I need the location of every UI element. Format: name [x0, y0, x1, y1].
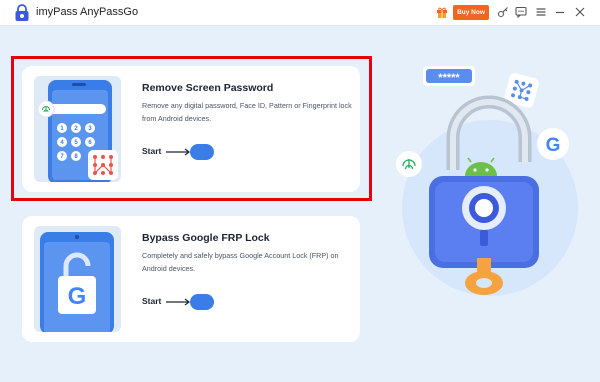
app-title: imyPass AnyPassGo [36, 6, 139, 18]
close-icon[interactable] [574, 6, 586, 18]
phone-google-lock-icon: G [40, 232, 114, 332]
svg-text:G: G [546, 135, 561, 156]
phone-unlock-illustration: G [34, 226, 121, 332]
chat-icon[interactable] [515, 6, 527, 18]
password-stars: ***** [438, 72, 460, 84]
minimize-icon[interactable] [554, 6, 566, 18]
menu-icon[interactable] [535, 6, 547, 18]
title-bar: imyPass AnyPassGo Buy Now [0, 0, 600, 26]
start-button[interactable] [166, 294, 214, 310]
padlock-icon: ***** G [396, 66, 578, 296]
buy-now-button[interactable]: Buy Now [453, 5, 489, 20]
card-description: Completely and safely bypass Google Acco… [142, 251, 339, 273]
gift-icon[interactable] [436, 6, 448, 18]
card-title: Bypass Google FRP Lock [142, 232, 270, 244]
bypass-google-frp-card[interactable]: G Bypass Google FRP Lock Completely and … [22, 216, 360, 342]
padlock-illustration: ***** G [385, 58, 585, 308]
selection-highlight [11, 56, 372, 201]
svg-text:G: G [68, 283, 87, 310]
key-icon[interactable] [497, 6, 509, 18]
start-label: Start [142, 296, 162, 306]
app-logo-icon [15, 4, 29, 21]
